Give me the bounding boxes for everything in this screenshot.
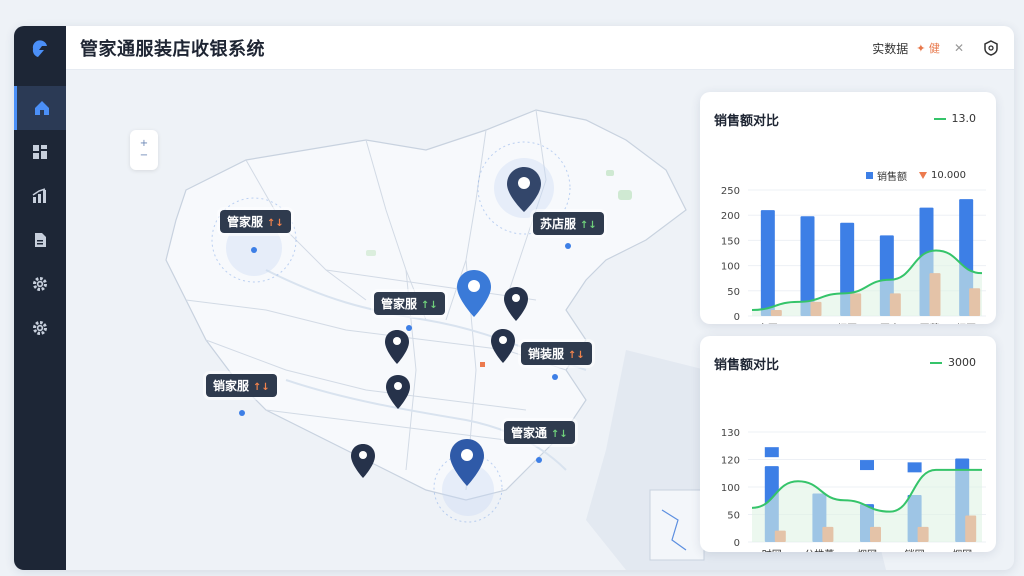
map-dot — [251, 247, 257, 253]
sales-chart-card-2: 销售额对比 3000 050100120130时网公推董烟网销网烟网 — [700, 336, 996, 552]
bar-cap — [860, 460, 874, 471]
bar-chart-1: 050100150200250实网2000烟网1网商2网董烟网 — [721, 186, 986, 324]
chart-icon — [32, 188, 46, 203]
shield-icon[interactable] — [982, 39, 1000, 57]
x-tick-label: 实网 — [758, 322, 778, 324]
x-tick-label: 烟网 — [857, 548, 877, 552]
gear-icon — [33, 277, 47, 291]
trend-down-icon: ↑↓ — [253, 382, 270, 393]
map-dot — [552, 374, 558, 380]
map-dot — [239, 410, 245, 416]
sidebar-item-home[interactable] — [14, 86, 66, 130]
sidebar-item-tools[interactable] — [14, 262, 66, 306]
dashboard-icon — [33, 145, 47, 159]
trend-down-icon: ↑↓ — [568, 350, 585, 361]
sidebar-item-dashboard[interactable] — [14, 130, 66, 174]
y-tick-label: 130 — [721, 428, 740, 439]
page-title: 管家通服装店收银系统 — [80, 38, 265, 60]
sidebar — [14, 26, 66, 570]
settings-icon — [33, 321, 47, 335]
y-tick-label: 250 — [721, 186, 740, 197]
sidebar-item-settings[interactable] — [14, 306, 66, 350]
app-header: 管家通服装店收银系统 实数据 ✦ 健 ✕ — [66, 26, 1014, 70]
map-label[interactable]: 销家服 ↑↓ — [206, 374, 277, 397]
map-label-text: 管家服 — [227, 215, 264, 229]
x-tick-label: 时网 — [762, 549, 782, 552]
zoom-out-button[interactable]: − — [140, 150, 148, 162]
map-label[interactable]: 管家通 ↑↓ — [504, 421, 575, 444]
map-label[interactable]: 管家服 ↑↓ — [220, 210, 291, 233]
y-tick-label: 0 — [734, 538, 740, 549]
bar-cap — [907, 462, 922, 473]
bar-chart-2: 0 50 100 120 130 时网 公推董 烟网 销网 烟网 — [721, 428, 986, 552]
header-close-button[interactable]: ✕ — [954, 41, 964, 55]
map-zoom-control[interactable]: + − — [130, 130, 158, 170]
bar-blue — [760, 210, 775, 316]
bar-cap — [764, 447, 779, 458]
y-tick-label: 50 — [727, 287, 740, 298]
home-icon — [34, 101, 49, 115]
x-tick-label: 销网 — [905, 548, 925, 552]
x-tick-label: 烟网 — [837, 322, 857, 324]
sidebar-item-analytics[interactable] — [14, 174, 66, 218]
sidebar-item-documents[interactable] — [14, 218, 66, 262]
logo-icon — [32, 40, 47, 57]
y-tick-label: 100 — [721, 262, 740, 273]
y-tick-label: 50 — [727, 511, 740, 522]
sidebar-nav — [14, 86, 66, 350]
y-tick-label: 120 — [721, 456, 740, 467]
header-actions: 实数据 ✦ 健 ✕ — [872, 26, 1000, 70]
x-tick-label: 烟网 — [956, 322, 976, 324]
y-tick-label: 150 — [721, 236, 740, 247]
map-label-text: 销家服 — [213, 379, 250, 393]
map-label[interactable]: 苏店服 ↑↓ — [533, 212, 604, 235]
map-label[interactable]: 销装服 ↑↓ — [521, 342, 592, 365]
map-dot — [536, 457, 542, 463]
document-icon — [35, 233, 46, 247]
map-label-text: 管家服 — [381, 297, 418, 311]
zoom-in-button[interactable]: + — [140, 138, 148, 150]
trend-up-icon: ↑↓ — [421, 300, 438, 311]
y-tick-label: 100 — [721, 483, 740, 494]
line-area — [752, 250, 982, 316]
x-tick-label: 2网董 — [913, 322, 939, 324]
app-logo — [14, 26, 66, 72]
y-tick-label: 200 — [721, 211, 740, 222]
map-label-text: 销装服 — [528, 347, 565, 361]
sales-chart-card-1: 销售额对比 13.0 销售额 10.000 050100150200250实网2… — [700, 92, 996, 324]
x-tick-label: 烟网 — [952, 548, 972, 552]
x-tick-label: 公推董 — [804, 548, 834, 552]
map-label-text: 苏店服 — [540, 217, 577, 231]
header-data-label[interactable]: 实数据 — [872, 40, 908, 57]
x-tick-label: 1网商 — [874, 322, 900, 324]
app-window: 管家通服装店收银系统 实数据 ✦ 健 ✕ + − 管家服 ↑↓ 苏店服 ↑↓ 管… — [14, 26, 1014, 570]
header-status: ✦ 健 — [916, 42, 940, 55]
trend-up-icon: ↑↓ — [551, 429, 568, 440]
trend-up-icon: ↑↓ — [580, 220, 597, 231]
map-label-text: 管家通 — [511, 426, 548, 440]
map-dot — [406, 325, 412, 331]
y-tick-label: 0 — [734, 312, 740, 323]
trend-down-icon: ↑↓ — [267, 218, 284, 229]
map-label[interactable]: 管家服 ↑↓ — [374, 292, 445, 315]
map-dot — [565, 243, 571, 249]
